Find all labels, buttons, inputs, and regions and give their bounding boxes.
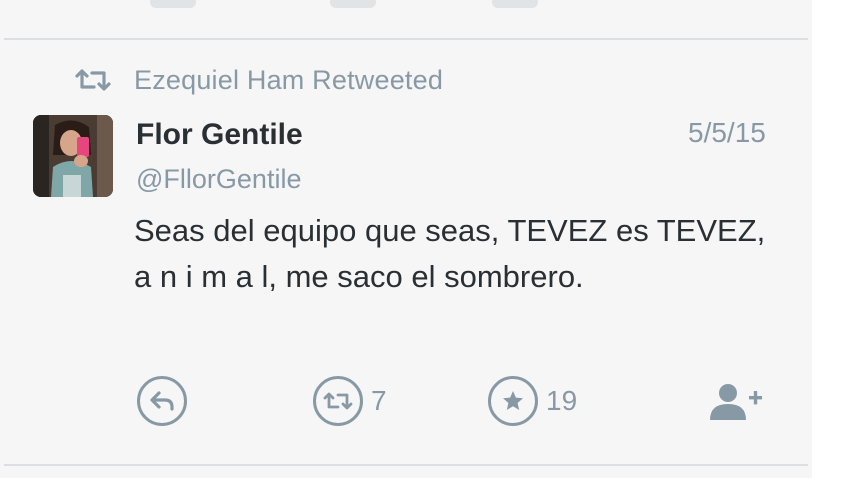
author-handle[interactable]: @FllorGentile <box>136 164 301 195</box>
previous-tweet-action-fragment <box>150 0 196 8</box>
retweet-icon <box>313 376 363 426</box>
avatar-photo <box>33 115 113 197</box>
tweet-divider-top <box>4 38 808 40</box>
reply-icon <box>137 376 187 426</box>
retweet-icon <box>74 67 114 93</box>
avatar[interactable] <box>33 115 113 197</box>
previous-tweet-fragment <box>0 0 812 36</box>
tweet-text: Seas del equipo que seas, TEVEZ es TEVEZ… <box>134 213 766 294</box>
previous-tweet-action-fragment <box>492 0 538 8</box>
previous-tweet-action-fragment <box>330 0 376 8</box>
retweet-banner[interactable]: Ezequiel Ham Retweeted <box>74 62 443 98</box>
follow-button[interactable] <box>708 382 764 427</box>
retweet-banner-text: Ezequiel Ham Retweeted <box>134 64 444 95</box>
author-name[interactable]: Flor Gentile <box>136 118 303 152</box>
tweet-divider-bottom <box>4 464 808 466</box>
retweet-button[interactable]: 7 <box>313 376 387 426</box>
favorite-button[interactable]: 19 <box>488 376 577 426</box>
reply-button[interactable] <box>137 376 187 426</box>
favorite-count: 19 <box>546 385 578 416</box>
tweet-date[interactable]: 5/5/15 <box>688 117 766 149</box>
add-user-icon <box>708 382 764 427</box>
star-icon <box>488 376 538 426</box>
timeline-card: Ezequiel Ham Retweeted Flor Gentile @Fll… <box>0 0 812 478</box>
retweet-count: 7 <box>371 385 387 416</box>
screenshot-stage: Ezequiel Ham Retweeted Flor Gentile @Fll… <box>0 0 854 478</box>
